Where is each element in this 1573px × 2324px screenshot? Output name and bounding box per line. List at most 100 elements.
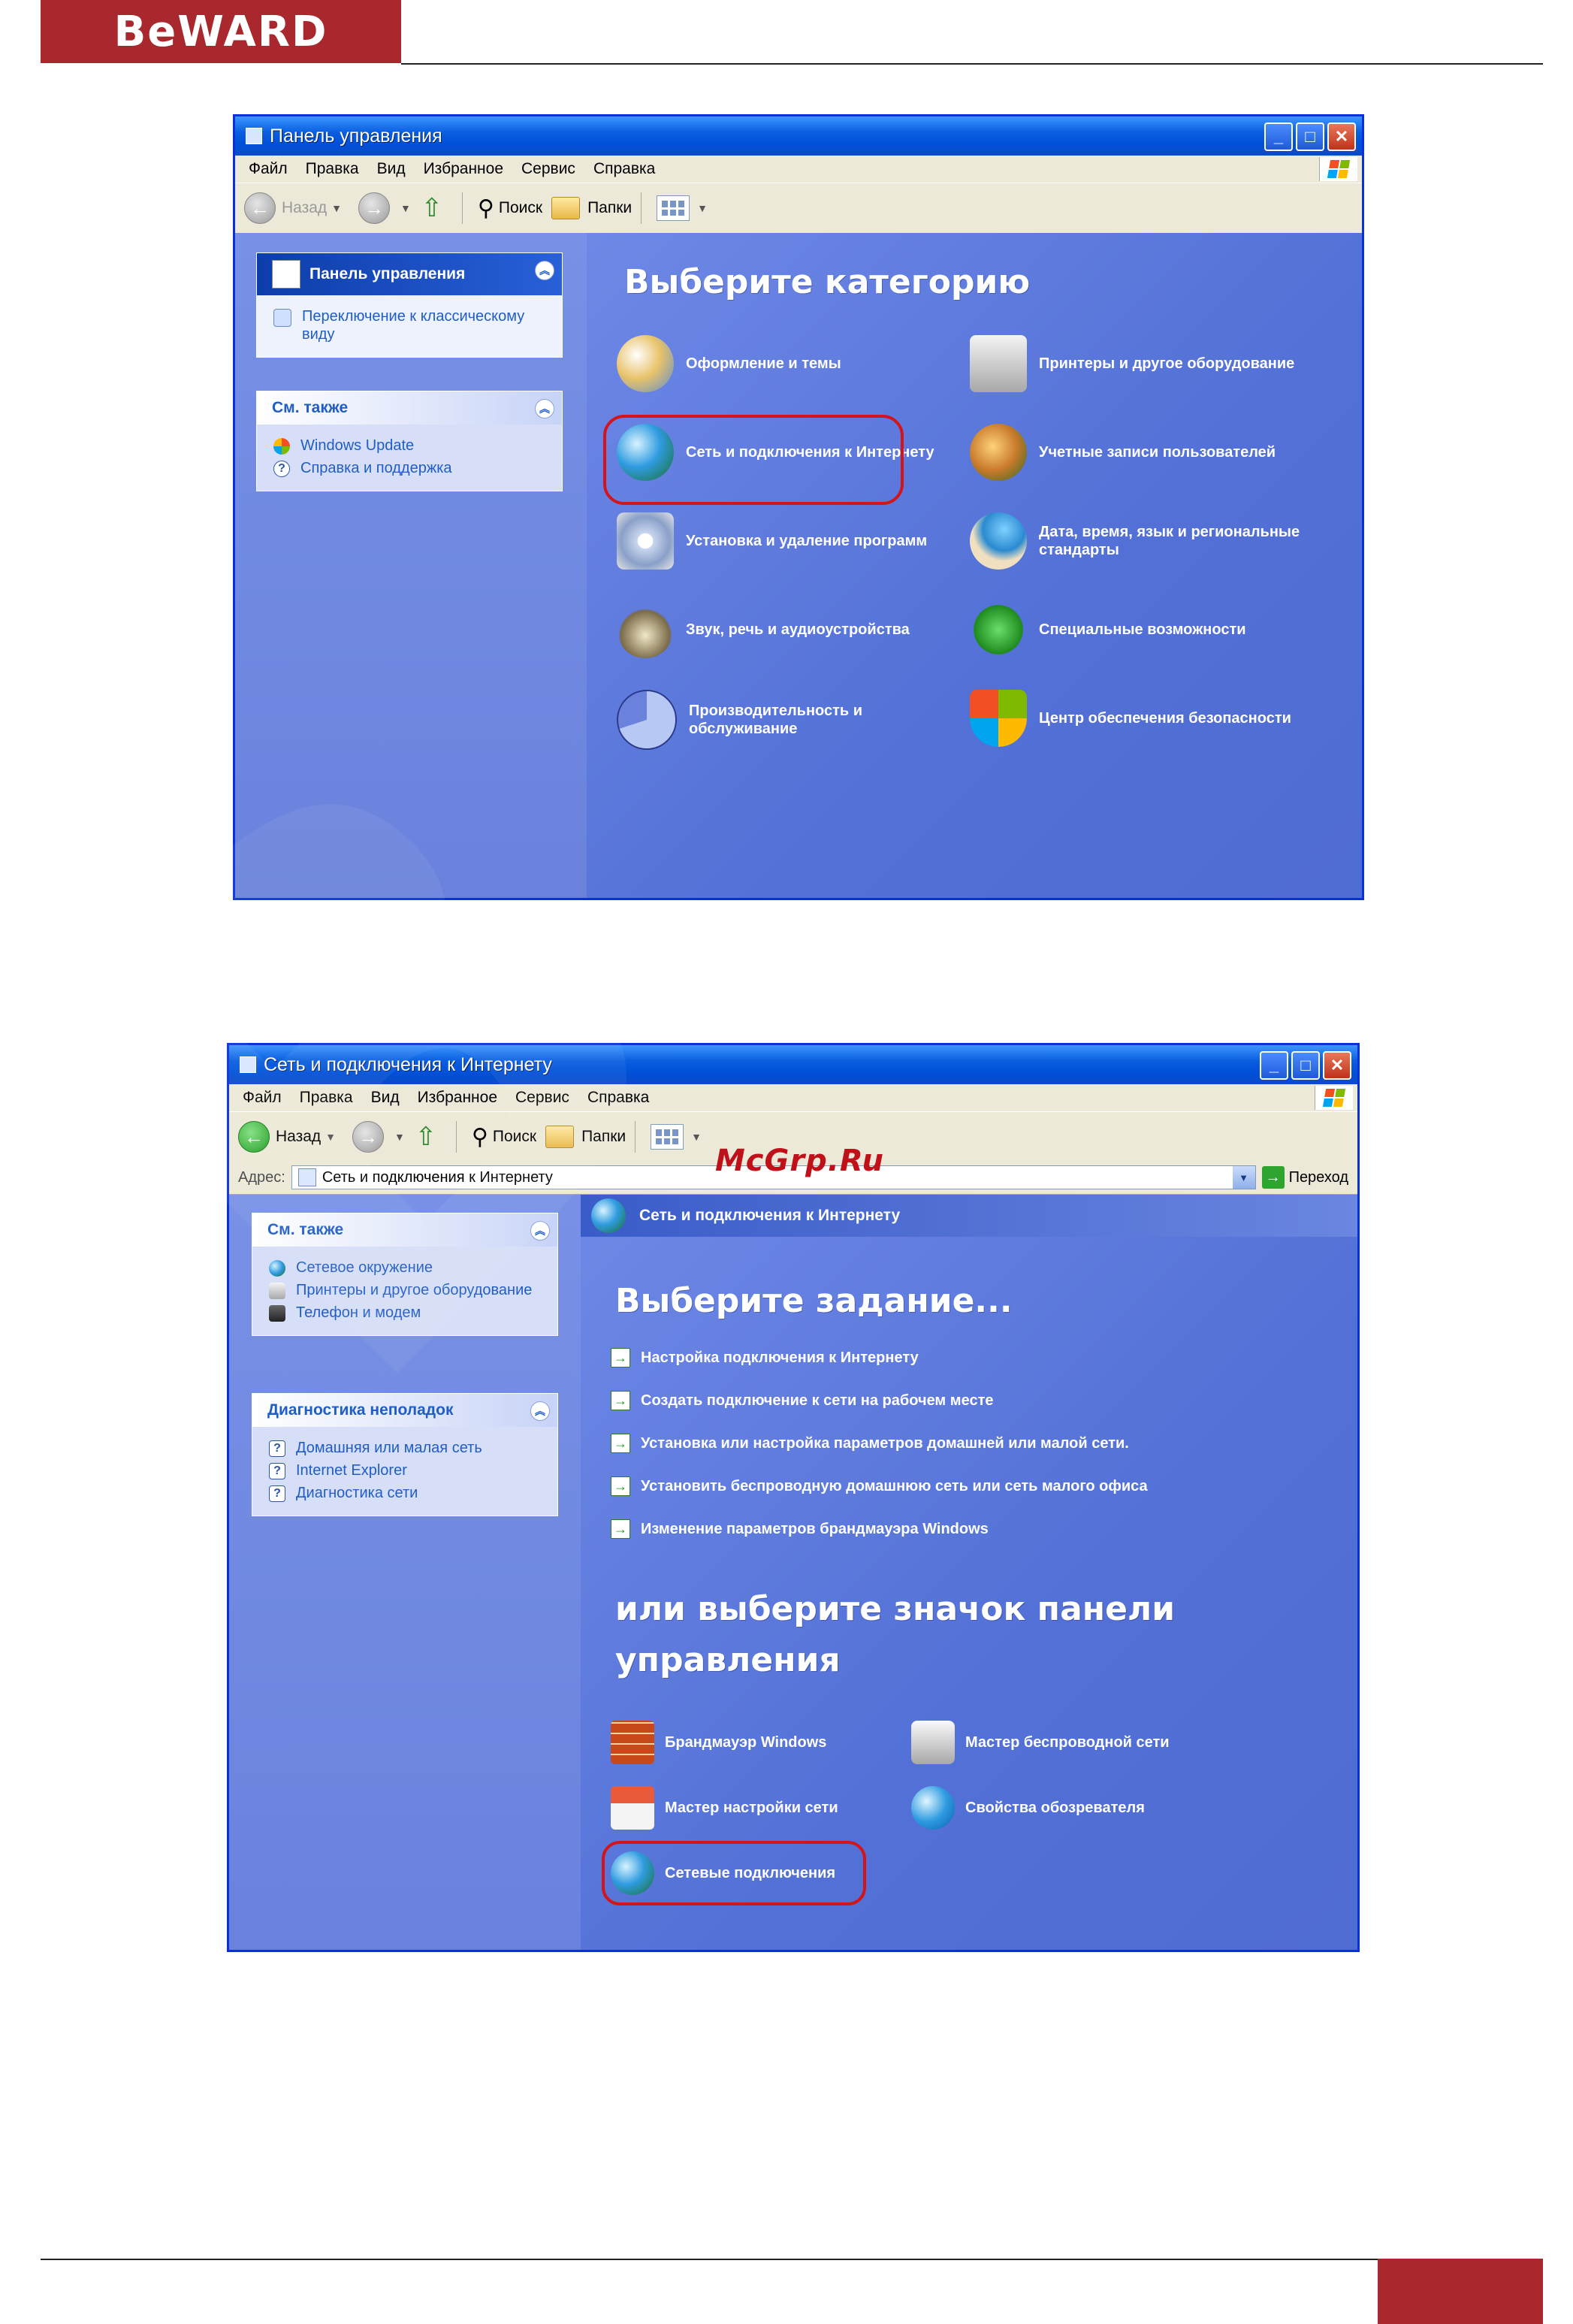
category-add-remove[interactable]: Установка и удаление программ [617, 512, 947, 570]
task-setup-internet[interactable]: → Настройка подключения к Интернету [611, 1348, 919, 1368]
help-support-label: Справка и поддержка [300, 460, 452, 476]
menu-help[interactable]: Справка [587, 1089, 649, 1107]
search-button[interactable]: ⚲ Поиск [472, 1124, 536, 1150]
toolbar-separator [635, 1121, 636, 1153]
forward-arrow-icon: → [352, 1121, 385, 1153]
menu-help[interactable]: Справка [593, 160, 655, 178]
minimize-button[interactable]: _ [1264, 122, 1293, 151]
minimize-button[interactable]: _ [1260, 1051, 1288, 1080]
internet-options-item[interactable]: Свойства обозревателя [911, 1786, 1145, 1830]
chevron-down-icon[interactable]: ▼ [697, 202, 708, 214]
back-button[interactable]: ← Назад ▼ [244, 192, 349, 224]
task-arrow-icon: → [611, 1391, 630, 1410]
maximize-button[interactable]: □ [1296, 122, 1324, 151]
views-button[interactable]: ▼ [651, 1124, 709, 1150]
control-panel-box-header[interactable]: Панель управления ︽ [257, 253, 562, 295]
menu-tools[interactable]: Сервис [521, 160, 575, 178]
folders-button[interactable]: Папки [551, 197, 632, 219]
chevron-down-icon[interactable]: ▼ [691, 1131, 702, 1143]
task-home-network[interactable]: → Установка или настройка параметров дом… [611, 1434, 1129, 1453]
category-user-accounts[interactable]: Учетные записи пользователей [970, 424, 1300, 481]
phone-modem-link[interactable]: Телефон и модем [269, 1304, 544, 1322]
category-security-center[interactable]: Центр обеспечения безопасности [970, 690, 1300, 747]
category-label: Звук, речь и аудиоустройства [686, 621, 910, 638]
go-button[interactable]: → Переход [1261, 1166, 1348, 1189]
task-label: Установить беспроводную домашнюю сеть ил… [641, 1477, 1148, 1494]
chevron-down-icon[interactable]: ▼ [394, 1131, 405, 1143]
chevron-down-icon[interactable]: ▼ [331, 202, 342, 214]
menu-tools[interactable]: Сервис [515, 1089, 569, 1107]
task-label: Настройка подключения к Интернету [641, 1349, 919, 1366]
troubleshoot-label: Домашняя или малая сеть [296, 1440, 482, 1456]
menu-view[interactable]: Вид [377, 160, 406, 178]
forward-button[interactable]: → ▼ [352, 1121, 412, 1153]
category-pane: Выберите категорию Оформление и темы При… [587, 233, 1362, 898]
title-bar[interactable]: Панель управления _ □ ✕ [235, 116, 1362, 156]
control-panel-box: Панель управления ︽ Переключение к класс… [256, 252, 563, 358]
switch-classic-view-link[interactable]: Переключение к классическому виду [273, 307, 548, 343]
see-also-header[interactable]: См. также ︽ [252, 1213, 557, 1247]
chevron-down-icon[interactable]: ▼ [1232, 1166, 1255, 1189]
chevron-down-icon[interactable]: ▼ [400, 202, 411, 214]
views-button[interactable]: ▼ [657, 195, 715, 221]
menu-favorites[interactable]: Избранное [418, 1089, 497, 1107]
collapse-icon[interactable]: ︽ [530, 1221, 550, 1241]
box-title: Панель управления [309, 265, 466, 283]
back-label: Назад [276, 1128, 322, 1145]
chevron-down-icon[interactable]: ▼ [325, 1131, 336, 1143]
troubleshoot-network-diagnostics-link[interactable]: ? Диагностика сети [269, 1484, 544, 1502]
troubleshoot-header[interactable]: Диагностика неполадок ︽ [252, 1394, 557, 1427]
back-button[interactable]: ← Назад ▼ [238, 1121, 343, 1153]
up-folder-icon[interactable]: ⇧ [412, 1122, 439, 1152]
collapse-icon[interactable]: ︽ [530, 1401, 550, 1421]
category-accessibility[interactable]: Специальные возможности [970, 601, 1300, 658]
pick-icon-heading-line2: управления [615, 1641, 841, 1679]
menu-view[interactable]: Вид [371, 1089, 400, 1107]
close-button[interactable]: ✕ [1323, 1051, 1351, 1080]
folder-icon [551, 197, 581, 219]
collapse-icon[interactable]: ︽ [535, 261, 554, 280]
network-connections-window: Сеть и подключения к Интернету _ □ ✕ Фай… [227, 1043, 1360, 1952]
wireless-wizard-item[interactable]: Мастер беспроводной сети [911, 1721, 1170, 1764]
beward-logo: BeWARD [41, 0, 401, 63]
menu-file[interactable]: Файл [249, 160, 288, 178]
troubleshoot-ie-link[interactable]: ? Internet Explorer [269, 1461, 544, 1479]
window-title: Панель управления [270, 125, 442, 147]
search-icon: ⚲ [477, 195, 494, 221]
menu-file[interactable]: Файл [243, 1089, 282, 1107]
menu-edit[interactable]: Правка [306, 160, 359, 178]
task-workplace-connection[interactable]: → Создать подключение к сети на рабочем … [611, 1391, 993, 1410]
help-support-link[interactable]: ? Справка и поддержка [273, 459, 548, 477]
network-places-link[interactable]: Сетевое окружение [269, 1259, 544, 1277]
see-also-header[interactable]: См. также ︽ [257, 391, 562, 425]
switch-classic-view-label: Переключение к классическому виду [302, 308, 525, 343]
go-arrow-icon: → [1261, 1166, 1285, 1189]
close-button[interactable]: ✕ [1327, 122, 1356, 151]
category-performance[interactable]: Производительность и обслуживание [617, 690, 947, 750]
title-bar[interactable]: Сеть и подключения к Интернету _ □ ✕ [229, 1045, 1357, 1084]
troubleshoot-home-network-link[interactable]: ? Домашняя или малая сеть [269, 1439, 544, 1457]
task-wireless-network[interactable]: → Установить беспроводную домашнюю сеть … [611, 1476, 1148, 1496]
maximize-button[interactable]: □ [1291, 1051, 1320, 1080]
menu-favorites[interactable]: Избранное [424, 160, 503, 178]
firewall-item[interactable]: Брандмауэр Windows [611, 1721, 826, 1764]
control-panel-icon [240, 1056, 256, 1073]
network-setup-wizard-item[interactable]: Мастер настройки сети [611, 1786, 838, 1830]
menu-edit[interactable]: Правка [300, 1089, 353, 1107]
search-button[interactable]: ⚲ Поиск [478, 195, 542, 222]
category-sound[interactable]: Звук, речь и аудиоустройства [617, 601, 947, 658]
windows-update-link[interactable]: Windows Update [273, 437, 548, 455]
collapse-icon[interactable]: ︽ [535, 399, 554, 419]
up-folder-icon[interactable]: ⇧ [418, 193, 445, 223]
address-label: Адрес: [238, 1168, 285, 1186]
folders-button[interactable]: Папки [545, 1126, 626, 1148]
category-appearance[interactable]: Оформление и темы [617, 335, 947, 392]
toolbar-separator [455, 1121, 457, 1153]
printers-link[interactable]: Принтеры и другое оборудование [269, 1281, 544, 1299]
category-printers[interactable]: Принтеры и другое оборудование [970, 335, 1300, 392]
task-arrow-icon: → [611, 1348, 630, 1368]
category-date-time[interactable]: Дата, время, язык и региональные стандар… [970, 512, 1300, 570]
forward-button[interactable]: → ▼ [358, 192, 418, 224]
cpl-label: Свойства обозревателя [965, 1799, 1145, 1816]
task-firewall-settings[interactable]: → Изменение параметров брандмауэра Windo… [611, 1519, 989, 1539]
